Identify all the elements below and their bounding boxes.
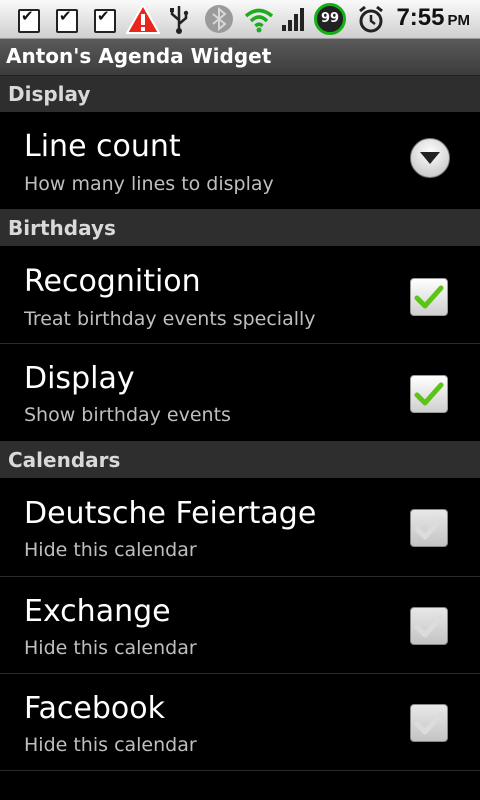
pref-title: Deutsche Feiertage [24, 496, 317, 531]
checkmark-icon [414, 711, 444, 735]
checkmark-icon [414, 382, 444, 406]
pref-line-count[interactable]: Line count How many lines to display [0, 113, 480, 210]
bluetooth-icon [204, 3, 234, 35]
pref-title: Facebook [24, 691, 165, 726]
deutsche-feiertage-checkbox[interactable] [410, 509, 448, 547]
pref-summary: Hide this calendar [24, 734, 197, 756]
checkmark-icon [414, 285, 444, 309]
signal-icon [280, 3, 308, 35]
pref-summary: Show birthday events [24, 404, 231, 426]
page-title: Anton's Agenda Widget [6, 44, 272, 68]
status-clock: 7:55 PM [396, 4, 470, 31]
pref-summary: Treat birthday events specially [24, 308, 316, 330]
pref-calendar-exchange[interactable]: Exchange Hide this calendar [0, 577, 480, 674]
checkmark-icon [414, 516, 444, 540]
display-checkbox[interactable] [410, 375, 448, 413]
pref-title: Recognition [24, 264, 201, 299]
dropdown-icon[interactable] [410, 138, 450, 178]
notification-check-icon[interactable]: ✔ [14, 3, 42, 35]
wifi-icon [243, 3, 275, 35]
pref-calendar-facebook[interactable]: Facebook Hide this calendar [0, 674, 480, 771]
section-header-birthdays: Birthdays [0, 210, 480, 246]
pref-summary: How many lines to display [24, 173, 274, 195]
notification-check-icon[interactable]: ✔ [90, 3, 118, 35]
pref-display[interactable]: Display Show birthday events [0, 344, 480, 442]
recognition-checkbox[interactable] [410, 278, 448, 316]
checkmark-icon [414, 614, 444, 638]
pref-title: Line count [24, 129, 181, 164]
exchange-checkbox[interactable] [410, 607, 448, 645]
section-header-calendars: Calendars [0, 442, 480, 478]
battery-indicator: 99 [314, 3, 346, 35]
pref-title: Exchange [24, 594, 171, 629]
status-bar: ✔ ✔ ✔ 99 7:55 PM [0, 0, 480, 39]
notification-check-icon[interactable]: ✔ [52, 3, 80, 35]
facebook-checkbox[interactable] [410, 704, 448, 742]
app-title-bar: Anton's Agenda Widget [0, 39, 480, 76]
pref-summary: Hide this calendar [24, 637, 197, 659]
section-header-display: Display [0, 76, 480, 112]
pref-recognition[interactable]: Recognition Treat birthday events specia… [0, 247, 480, 344]
pref-title: Display [24, 361, 135, 396]
pref-calendar-deutsche-feiertage[interactable]: Deutsche Feiertage Hide this calendar [0, 479, 480, 577]
pref-summary: Hide this calendar [24, 539, 197, 561]
usb-icon [167, 3, 191, 35]
alarm-icon [356, 3, 386, 35]
warning-icon [126, 3, 160, 35]
